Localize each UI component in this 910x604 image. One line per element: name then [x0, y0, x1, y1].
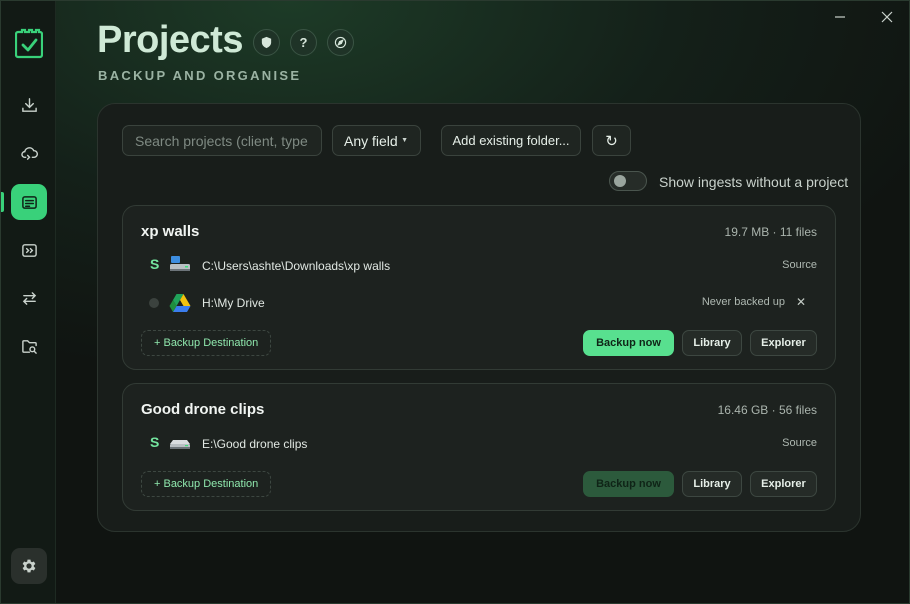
refresh-icon: ↻ — [605, 132, 618, 150]
media-icon — [21, 243, 37, 257]
page-title: Projects — [97, 19, 243, 61]
sidebar-item-cloud-sync[interactable] — [11, 135, 47, 171]
status-dot — [149, 298, 159, 308]
sidebar-item-media[interactable] — [11, 232, 47, 268]
remove-location-button[interactable]: ✕ — [796, 295, 806, 309]
toggle-knob — [614, 175, 626, 187]
folder-search-icon — [21, 339, 37, 354]
project-meta: 19.7 MB · 11 files — [724, 225, 817, 239]
location-path: H:\My Drive — [202, 296, 265, 310]
active-indicator — [1, 192, 4, 212]
add-backup-destination-button[interactable]: + Backup Destination — [141, 330, 272, 356]
location-row[interactable]: S C:\Users\ashte\Downloads\xp walls Sour… — [123, 254, 837, 278]
page-subtitle: BACKUP AND ORGANISE — [98, 68, 302, 83]
field-select-value: Any field — [344, 132, 398, 149]
external-drive-icon — [170, 440, 190, 449]
app-logo-icon — [15, 28, 43, 59]
projects-icon — [21, 195, 37, 209]
gear-icon — [22, 559, 36, 573]
google-drive-icon — [169, 294, 191, 312]
compass-icon — [334, 36, 347, 49]
project-meta: 16.46 GB · 56 files — [717, 403, 817, 417]
backup-now-button[interactable]: Backup now — [583, 471, 674, 497]
backup-now-button[interactable]: Backup now — [583, 330, 674, 356]
help-button[interactable]: ? — [290, 29, 317, 56]
settings-button[interactable] — [11, 548, 47, 584]
download-icon — [21, 97, 37, 112]
location-path: E:\Good drone clips — [202, 437, 308, 451]
source-marker: S — [150, 434, 160, 450]
project-name: Good drone clips — [141, 401, 265, 418]
show-ingests-label: Show ingests without a project — [659, 174, 849, 190]
compass-button[interactable] — [327, 29, 354, 56]
app-window: Projects ? BACKUP AND ORGANISE Any field… — [0, 0, 910, 604]
location-row[interactable]: S E:\Good drone clips Source — [123, 432, 837, 456]
refresh-button[interactable]: ↻ — [592, 125, 631, 156]
field-select[interactable]: Any field ▼ — [332, 125, 421, 156]
sidebar-item-download[interactable] — [11, 87, 47, 123]
sidebar-item-projects[interactable] — [11, 184, 47, 220]
local-drive-icon — [170, 256, 190, 271]
location-row[interactable]: H:\My Drive Never backed up ✕ — [123, 291, 837, 315]
search-input[interactable] — [122, 125, 322, 156]
cloud-sync-icon — [20, 146, 38, 160]
location-status: Source — [782, 437, 817, 449]
library-button[interactable]: Library — [682, 330, 742, 356]
close-icon — [881, 11, 893, 23]
transfer-icon — [22, 291, 36, 305]
sidebar-item-transfer[interactable] — [11, 280, 47, 316]
caret-down-icon: ▼ — [401, 137, 408, 144]
project-card: Good drone clips 16.46 GB · 56 files S E… — [122, 383, 836, 511]
shield-button[interactable] — [253, 29, 280, 56]
location-status: Never backed up — [701, 296, 785, 308]
project-name: xp walls — [141, 223, 200, 240]
explorer-button[interactable]: Explorer — [750, 471, 817, 497]
show-ingests-toggle[interactable] — [609, 171, 647, 191]
location-status: Source — [782, 259, 817, 271]
minimize-icon — [835, 16, 845, 18]
source-marker: S — [150, 256, 160, 272]
close-button[interactable] — [877, 7, 897, 27]
sidebar-item-folder-search[interactable] — [11, 328, 47, 364]
add-existing-folder-button[interactable]: Add existing folder... — [441, 125, 581, 156]
add-backup-destination-button[interactable]: + Backup Destination — [141, 471, 272, 497]
location-path: C:\Users\ashte\Downloads\xp walls — [202, 259, 391, 273]
library-button[interactable]: Library — [682, 471, 742, 497]
help-icon: ? — [299, 35, 308, 50]
minimize-button[interactable] — [830, 7, 850, 27]
explorer-button[interactable]: Explorer — [750, 330, 817, 356]
projects-panel: Any field ▼ Add existing folder... ↻ Sho… — [97, 103, 861, 532]
shield-icon — [261, 36, 272, 49]
sidebar — [1, 1, 56, 603]
project-card: xp walls 19.7 MB · 11 files S C:\Users\a… — [122, 205, 836, 370]
